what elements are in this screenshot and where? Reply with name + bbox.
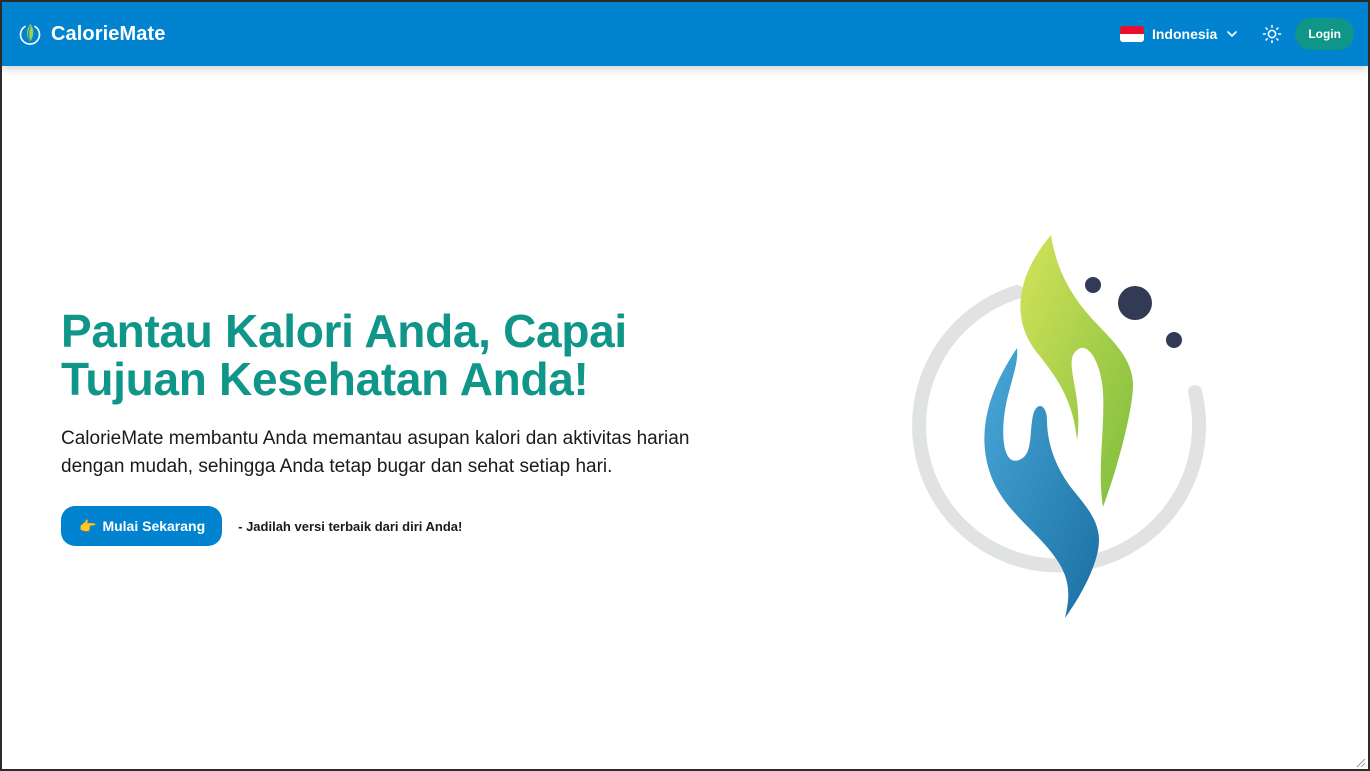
cta-row: 👉 Mulai Sekarang - Jadilah versi terbaik… xyxy=(61,506,821,546)
browser-viewport: CalorieMate Indonesia Login Pantau Kalor… xyxy=(0,0,1370,771)
hero-logo-illustration xyxy=(907,230,1217,625)
hero-description: CalorieMate membantu Anda memantau asupa… xyxy=(61,425,791,481)
hero-title: Pantau Kalori Anda, Capai Tujuan Kesehat… xyxy=(61,307,821,403)
hero-description-line-2: dengan mudah, sehingga Anda tetap bugar … xyxy=(61,456,613,477)
cta-tagline: - Jadilah versi terbaik dari diri Anda! xyxy=(238,518,463,534)
leaf-drop-icon xyxy=(17,21,43,47)
hero-title-line-1: Pantau Kalori Anda, Capai xyxy=(61,305,627,357)
language-selector[interactable]: Indonesia xyxy=(1119,26,1239,42)
start-now-button[interactable]: 👉 Mulai Sekarang xyxy=(61,506,223,546)
indonesia-flag-icon xyxy=(1119,26,1144,42)
navbar-actions: Indonesia Login xyxy=(1119,18,1354,50)
hero-description-line-1: CalorieMate membantu Anda memantau asupa… xyxy=(61,428,690,449)
pointing-hand-icon: 👉 xyxy=(79,517,97,534)
language-label: Indonesia xyxy=(1151,26,1218,42)
sun-icon[interactable] xyxy=(1261,23,1283,45)
brand-name: CalorieMate xyxy=(51,22,166,45)
chevron-down-icon xyxy=(1225,27,1239,41)
resize-grip-icon[interactable] xyxy=(1354,755,1366,768)
start-now-label: Mulai Sekarang xyxy=(102,518,206,534)
brand-link[interactable]: CalorieMate xyxy=(17,21,165,47)
top-navbar: CalorieMate Indonesia Login xyxy=(2,2,1368,66)
login-button[interactable]: Login xyxy=(1295,18,1354,50)
hero-section: Pantau Kalori Anda, Capai Tujuan Kesehat… xyxy=(61,307,821,546)
hero-title-line-2: Tujuan Kesehatan Anda! xyxy=(61,353,589,405)
